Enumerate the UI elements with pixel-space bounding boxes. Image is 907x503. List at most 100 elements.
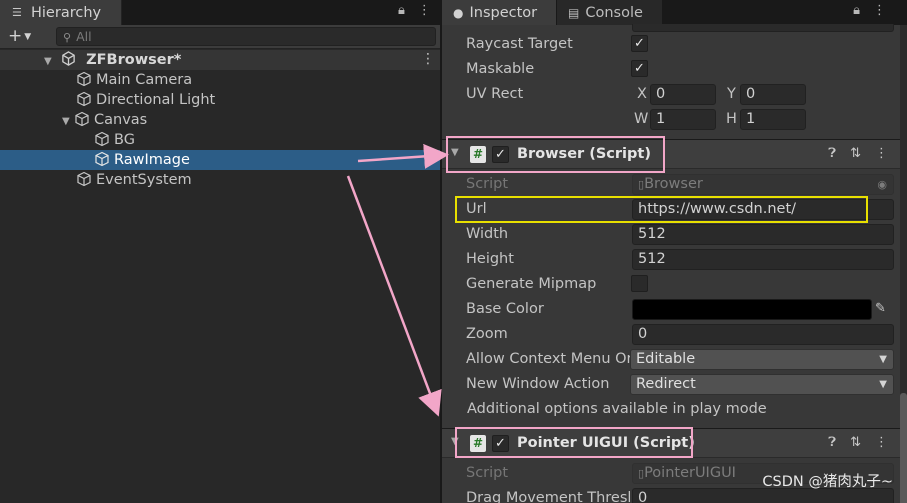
context-menu-label: Allow Context Menu Or xyxy=(466,351,630,367)
fold-arrow-icon[interactable]: ▼ xyxy=(62,112,74,132)
gameobject-cube-icon xyxy=(76,171,96,193)
browser-component-header[interactable]: ▼ # ✓ Browser (Script) ❓︎ ⇅ ⋮ xyxy=(442,139,900,169)
uv-x-label[interactable]: X xyxy=(637,86,647,102)
raycast-target-label: Raycast Target xyxy=(466,36,573,52)
width-row: Width 512 xyxy=(442,222,900,247)
pointer-component-title: Pointer UIGUI (Script) xyxy=(517,435,695,451)
scene-item[interactable]: ▼ ZFBrowser* xyxy=(44,50,181,70)
url-row: Url https://www.csdn.net/ xyxy=(442,197,900,222)
more-icon[interactable]: ⋮ xyxy=(875,146,888,161)
info-icon: ● xyxy=(453,5,464,20)
hierarchy-panel: ☰ Hierarchy 🔒︎ ⋮ + ▼ ⚲ All ▼ ZFBrowser* ⋮ … xyxy=(0,0,440,503)
inspector-tab-bar: ● Inspector ▤ Console 🔒︎ ⋮ xyxy=(442,0,907,25)
height-field[interactable]: 512 xyxy=(632,249,894,270)
hierarchy-item-label: Canvas xyxy=(94,112,148,128)
hierarchy-item-label: BG xyxy=(114,132,135,148)
script-label: Script xyxy=(466,176,509,192)
scene-menu-icon[interactable]: ⋮ xyxy=(421,51,435,67)
lock-icon[interactable]: 🔒︎ xyxy=(853,3,860,18)
uv-w-label[interactable]: W xyxy=(634,111,648,127)
fold-arrow-icon[interactable]: ▼ xyxy=(44,52,56,72)
eyedropper-icon[interactable]: ✎ xyxy=(875,301,886,316)
lock-icon[interactable]: 🔒︎ xyxy=(398,3,405,18)
component-tools: ❓︎ ⇅ ⋮ xyxy=(828,146,888,161)
mipmap-checkbox[interactable] xyxy=(631,275,648,292)
fold-arrow-icon[interactable]: ▼ xyxy=(451,436,459,447)
mipmap-label: Generate Mipmap xyxy=(466,276,597,292)
more-icon[interactable]: ⋮ xyxy=(875,435,888,450)
context-menu-value: Editable xyxy=(636,351,696,367)
height-label: Height xyxy=(466,251,514,267)
help-icon[interactable]: ❓︎ xyxy=(828,435,836,450)
maskable-checkbox[interactable]: ✓ xyxy=(631,60,648,77)
more-icon[interactable]: ⋮ xyxy=(873,3,886,18)
url-label: Url xyxy=(466,201,487,217)
selection-highlight xyxy=(0,150,440,170)
object-picker-icon[interactable]: ◉ xyxy=(877,175,887,194)
browser-script-value: Browser xyxy=(644,176,703,192)
raycast-target-checkbox[interactable]: ✓ xyxy=(631,35,648,52)
new-window-value: Redirect xyxy=(636,376,696,392)
zoom-label: Zoom xyxy=(466,326,508,342)
add-object-button[interactable]: + ▼ xyxy=(8,26,31,48)
tab-inspector[interactable]: ● Inspector xyxy=(442,0,556,25)
new-window-row: New Window Action Redirect ▼ xyxy=(442,372,900,397)
zoom-field[interactable]: 0 xyxy=(632,324,894,345)
checkmark-icon: ✓ xyxy=(634,61,645,76)
raycast-target-row: Raycast Target ✓ xyxy=(442,32,900,57)
script-icon: # xyxy=(470,146,486,163)
component-tools: ❓︎ ⇅ ⋮ xyxy=(828,435,888,450)
pointer-component-header[interactable]: ▼ # ✓ Pointer UIGUI (Script) ❓︎ ⇅ ⋮ xyxy=(442,428,900,458)
width-label: Width xyxy=(466,226,509,242)
list-icon: ☰ xyxy=(12,6,22,19)
checkmark-icon: ✓ xyxy=(495,147,506,162)
fold-arrow-icon[interactable]: ▼ xyxy=(451,147,459,158)
uv-rect-row-2: W 1 H 1 xyxy=(442,107,900,132)
search-icon: ⚲ xyxy=(63,31,72,44)
inspector-scrollbar[interactable] xyxy=(900,25,907,503)
play-mode-note: Additional options available in play mod… xyxy=(467,401,767,417)
hierarchy-item-bg[interactable]: BG xyxy=(94,130,135,150)
browser-script-field: ▯Browser ◉ xyxy=(632,174,894,195)
partial-field xyxy=(632,24,894,32)
hierarchy-item-directional-light[interactable]: Directional Light xyxy=(76,90,215,110)
hierarchy-tab-bar: ☰ Hierarchy 🔒︎ ⋮ xyxy=(0,0,440,25)
new-window-dropdown[interactable]: Redirect ▼ xyxy=(630,374,894,395)
url-field[interactable]: https://www.csdn.net/ xyxy=(632,199,894,220)
width-field[interactable]: 512 xyxy=(632,224,894,245)
preset-icon[interactable]: ⇅ xyxy=(850,435,861,450)
preset-icon[interactable]: ⇅ xyxy=(850,146,861,161)
base-color-row: Base Color ✎ xyxy=(442,297,900,322)
hierarchy-item-canvas[interactable]: ▼ Canvas xyxy=(62,110,147,130)
base-color-swatch[interactable] xyxy=(632,299,872,320)
uv-h-label[interactable]: H xyxy=(726,111,737,127)
mipmap-row: Generate Mipmap xyxy=(442,272,900,297)
more-icon[interactable]: ⋮ xyxy=(418,3,431,18)
uv-y-label[interactable]: Y xyxy=(727,86,736,102)
uv-x-field[interactable]: 0 xyxy=(650,84,716,105)
uv-h-field[interactable]: 1 xyxy=(740,109,806,130)
hierarchy-item-eventsystem[interactable]: EventSystem xyxy=(76,170,192,190)
hierarchy-toolbar: + ▼ ⚲ All xyxy=(0,25,440,49)
hierarchy-search-input[interactable]: ⚲ All xyxy=(56,27,436,46)
gameobject-cube-icon xyxy=(74,111,94,133)
height-row: Height 512 xyxy=(442,247,900,272)
hierarchy-tab-tools: 🔒︎ ⋮ xyxy=(398,3,431,18)
hierarchy-item-main-camera[interactable]: Main Camera xyxy=(76,70,192,90)
inspector-tab-tools: 🔒︎ ⋮ xyxy=(853,3,886,18)
hierarchy-item-label: Main Camera xyxy=(96,72,193,88)
context-menu-dropdown[interactable]: Editable ▼ xyxy=(630,349,894,370)
chevron-down-icon: ▼ xyxy=(879,354,887,365)
tab-hierarchy[interactable]: ☰ Hierarchy xyxy=(0,0,122,25)
hierarchy-item-rawimage[interactable]: RawImage xyxy=(94,150,190,170)
maskable-label: Maskable xyxy=(466,61,535,77)
pointer-enabled-checkbox[interactable]: ✓ xyxy=(492,435,509,452)
browser-enabled-checkbox[interactable]: ✓ xyxy=(492,146,509,163)
scrollbar-thumb[interactable] xyxy=(900,393,907,503)
tab-console[interactable]: ▤ Console xyxy=(557,0,662,25)
add-icon: + xyxy=(8,26,23,46)
uv-y-field[interactable]: 0 xyxy=(740,84,806,105)
uv-w-field[interactable]: 1 xyxy=(650,109,716,130)
help-icon[interactable]: ❓︎ xyxy=(828,146,836,161)
checkmark-icon: ✓ xyxy=(634,36,645,51)
